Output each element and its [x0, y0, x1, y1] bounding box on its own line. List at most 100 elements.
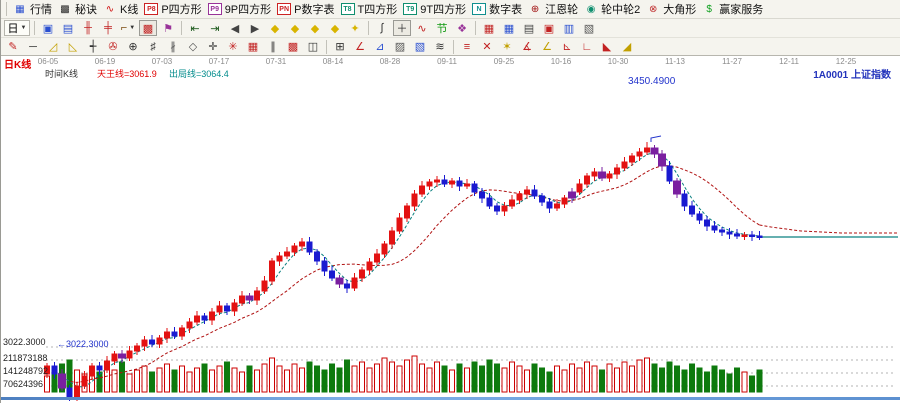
bars-small-icon[interactable]: ╫: [79, 20, 97, 36]
menu-item-1[interactable]: ▩秘诀: [58, 1, 97, 17]
prev-bar-icon[interactable]: ◀: [226, 20, 244, 36]
matrix-tool-icon[interactable]: ▦: [244, 39, 262, 55]
volume-axis-label: 211873188: [3, 353, 47, 363]
gann-star5-icon[interactable]: ✦: [346, 20, 364, 36]
angle-arc-tool-icon[interactable]: ∡: [518, 39, 536, 55]
export-icon[interactable]: ▧: [580, 20, 598, 36]
parallel-tool-icon[interactable]: ∦: [164, 39, 182, 55]
grid-tool-icon[interactable]: ♯: [144, 39, 162, 55]
sparkle-tool-icon[interactable]: ✶: [498, 39, 516, 55]
divider: [453, 40, 454, 54]
kline-chart[interactable]: [1, 56, 900, 401]
dropdown-arrow-icon: ▼: [21, 25, 27, 31]
computer-icon[interactable]: ▥: [560, 20, 578, 36]
angle-down-tool-icon[interactable]: ◿: [44, 39, 62, 55]
notepad-icon[interactable]: ▤: [520, 20, 538, 36]
menu-item-2[interactable]: ∿K线: [103, 1, 138, 17]
bars-tool-icon[interactable]: ∥: [264, 39, 282, 55]
board-view-icon[interactable]: ▤: [59, 20, 77, 36]
window-tool-icon[interactable]: ⊞: [331, 39, 349, 55]
gann-star1-icon[interactable]: ◆: [266, 20, 284, 36]
split-box-tool-icon[interactable]: ◫: [304, 39, 322, 55]
zigzag-icon[interactable]: ∿: [413, 20, 431, 36]
menu-item-label: P数字表: [294, 1, 334, 17]
menu-item-6[interactable]: T8T四方形: [341, 1, 398, 17]
menu-item-11[interactable]: ⊗大角形: [646, 1, 696, 17]
menu-item-7[interactable]: T99T四方形: [403, 1, 466, 17]
star-tool-icon[interactable]: ✳: [224, 39, 242, 55]
menu-item-0[interactable]: ▦行情: [13, 1, 52, 17]
tri-up-tool-icon[interactable]: ◢: [618, 39, 636, 55]
shade2-tool-icon[interactable]: ▧: [411, 39, 429, 55]
festival-icon[interactable]: 节: [433, 20, 451, 36]
diamond-tool-icon[interactable]: ◇: [184, 39, 202, 55]
period-label[interactable]: 日K线: [4, 56, 31, 71]
menu-item-5[interactable]: PNP数字表: [277, 1, 334, 17]
bars-small2-icon[interactable]: ╪: [99, 20, 117, 36]
divider: [34, 21, 35, 35]
angle-up-tool-icon[interactable]: ◺: [64, 39, 82, 55]
delete-tool-icon[interactable]: ✕: [478, 39, 496, 55]
calculator-icon[interactable]: ▦: [500, 20, 518, 36]
menu-item-10[interactable]: ◉轮中轮2: [584, 1, 640, 17]
cross-arrow-tool-icon[interactable]: ✛: [204, 39, 222, 55]
menu-item-3[interactable]: P8P四方形: [144, 1, 201, 17]
last-bar-icon[interactable]: ⇥: [206, 20, 224, 36]
volume-axis-label: 70624396: [3, 379, 43, 389]
menu-item-label: K线: [120, 1, 138, 17]
menu-item-9[interactable]: ⊕江恩轮: [528, 1, 578, 17]
dropdown-arrow-icon: ▼: [129, 25, 135, 31]
chart-region[interactable]: 06-0506-1907-0307-1707-3108-1408-2809-11…: [1, 56, 900, 401]
divider: [475, 21, 476, 35]
menu-item-4[interactable]: P99P四方形: [208, 1, 271, 17]
tri-down-tool-icon[interactable]: ◣: [598, 39, 616, 55]
next-bar-icon[interactable]: ▶: [246, 20, 264, 36]
icon-toolbar: 日▼▣▤╫╪⌐▼▩⚑⇤⇥◀▶◆◆◆◆✦∫＋∿节❖▦▦▤▣▥▧: [1, 19, 900, 38]
compass-tool-icon[interactable]: ⊕: [124, 39, 142, 55]
date-tick-label: 08-28: [380, 57, 400, 66]
crosshair-icon[interactable]: ＋: [393, 20, 411, 36]
right-angle-tool-icon[interactable]: ∟: [578, 39, 596, 55]
fan-tool-icon[interactable]: ∠: [351, 39, 369, 55]
levels-tool-icon[interactable]: ≡: [458, 39, 476, 55]
curve-icon[interactable]: ∫: [373, 20, 391, 36]
angle3-tool-icon[interactable]: ⊾: [558, 39, 576, 55]
first-bar-icon[interactable]: ⇤: [186, 20, 204, 36]
indicator-box-icon[interactable]: ▩: [139, 20, 157, 36]
gann-star4-icon[interactable]: ◆: [326, 20, 344, 36]
app-window: ▦行情▩秘诀∿K线P8P四方形P99P四方形PNP数字表T8T四方形T99T四方…: [0, 0, 900, 403]
menu-item-label: 秘诀: [75, 1, 97, 17]
image-view-icon[interactable]: ▣: [39, 20, 57, 36]
date-tick-label: 11-13: [665, 57, 685, 66]
angle2-tool-icon[interactable]: ∠: [538, 39, 556, 55]
hatch-tool-icon[interactable]: ▩: [284, 39, 302, 55]
date-tick-label: 10-30: [608, 57, 628, 66]
symbol-name: 1A0001 上证指数: [813, 66, 891, 81]
period-dropdown[interactable]: 日▼: [4, 20, 30, 36]
triangle-tool-icon[interactable]: ⊿: [371, 39, 389, 55]
menu-item-label: 赢家服务: [719, 1, 763, 17]
gann-star2-icon[interactable]: ◆: [286, 20, 304, 36]
menu-item-label: 江恩轮: [545, 1, 578, 17]
menu-item-8[interactable]: N数字表: [472, 1, 522, 17]
bracket-drop-icon[interactable]: ⌐▼: [119, 20, 137, 36]
date-tick-label: 07-17: [209, 57, 229, 66]
calendar-icon[interactable]: ▦: [480, 20, 498, 36]
cycle-tool-icon[interactable]: ✇: [104, 39, 122, 55]
flag-icon[interactable]: ⚑: [159, 20, 177, 36]
t-square-icon: T8: [341, 3, 355, 15]
shape-icon[interactable]: ❖: [453, 20, 471, 36]
shade-tool-icon[interactable]: ▨: [391, 39, 409, 55]
gann-star3-icon[interactable]: ◆: [306, 20, 324, 36]
pen-tool-icon[interactable]: ✎: [4, 39, 22, 55]
date-tick-label: 07-31: [266, 57, 286, 66]
window-bottom-border: [1, 397, 900, 400]
overlay-name: 时间K线: [45, 67, 78, 80]
vertical-tool-icon[interactable]: ┽: [84, 39, 102, 55]
menu-item-12[interactable]: $赢家服务: [702, 1, 763, 17]
line-tool-icon[interactable]: ─: [24, 39, 42, 55]
save-icon[interactable]: ▣: [540, 20, 558, 36]
wave-tool-icon[interactable]: ≋: [431, 39, 449, 55]
menu-item-label: 9T四方形: [420, 1, 466, 17]
divider: [181, 21, 182, 35]
